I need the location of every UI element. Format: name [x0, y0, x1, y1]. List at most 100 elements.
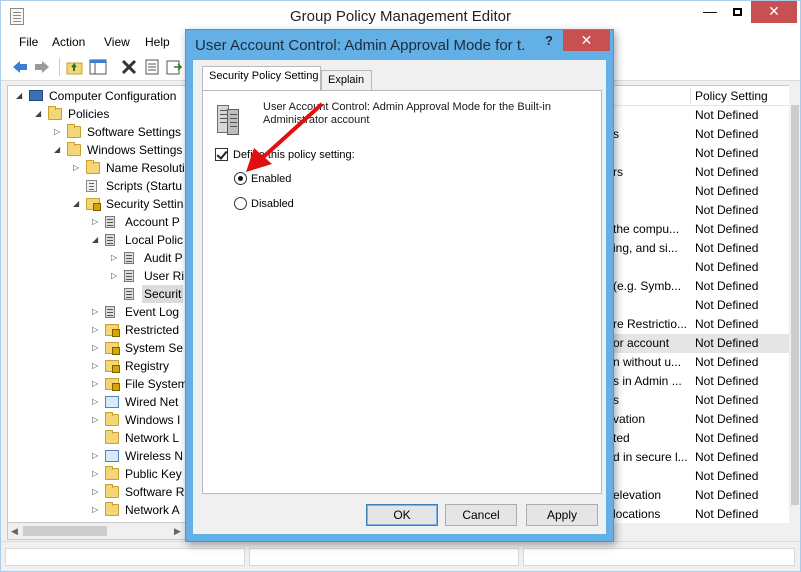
list-row[interactable]: s Not Defined [613, 391, 789, 410]
tree-node-label[interactable]: Security Settin [106, 195, 183, 213]
list-row[interactable]: ing, and si... Not Defined [613, 239, 789, 258]
scroll-thumb[interactable] [791, 105, 799, 505]
back-icon[interactable] [11, 58, 29, 76]
list-row[interactable]: the compu... Not Defined [613, 220, 789, 239]
list-row[interactable]: Not Defined [613, 201, 789, 220]
tree-node-label[interactable]: Account P [125, 213, 180, 231]
expand-icon[interactable]: ▷ [92, 483, 98, 501]
column-header-policy-setting[interactable]: Policy Setting [695, 89, 768, 103]
list-row[interactable]: s in Admin ... Not Defined [613, 372, 789, 391]
expand-icon[interactable]: ▷ [92, 411, 98, 429]
properties-icon[interactable] [143, 58, 161, 76]
list-row[interactable]: elevation Not Defined [613, 486, 789, 505]
menu-view[interactable]: View [104, 35, 130, 49]
list-row[interactable]: re Restrictio... Not Defined [613, 315, 789, 334]
collapse-icon[interactable]: ◢ [35, 105, 41, 123]
tree-node-label[interactable]: Audit P [144, 249, 183, 267]
collapse-icon[interactable]: ◢ [73, 195, 79, 213]
enabled-radio[interactable] [234, 172, 247, 185]
tree-node-label[interactable]: Wired Net [125, 393, 178, 411]
ok-button[interactable]: OK [366, 504, 438, 526]
expand-icon[interactable]: ▷ [73, 159, 79, 177]
define-policy-label[interactable]: Define this policy setting: [233, 148, 355, 162]
tab-security-policy-setting[interactable]: Security Policy Setting [202, 66, 321, 90]
disabled-label[interactable]: Disabled [251, 197, 294, 211]
list-row[interactable]: Not Defined [613, 467, 789, 486]
tree-node-label[interactable]: Securit [142, 285, 184, 303]
tree-node-label[interactable]: Local Polic [125, 231, 183, 249]
tree-node-label[interactable]: Computer Configuration [49, 87, 176, 105]
expand-icon[interactable]: ▷ [92, 465, 98, 483]
list-row[interactable]: n without u... Not Defined [613, 353, 789, 372]
tree-node-label[interactable]: File System [125, 375, 186, 393]
list-row[interactable]: or account Not Defined [613, 334, 789, 353]
up-folder-icon[interactable] [66, 58, 84, 76]
expand-icon[interactable]: ▷ [92, 393, 98, 411]
list-row[interactable]: (e.g. Symb... Not Defined [613, 277, 789, 296]
list-row[interactable]: Not Defined [613, 296, 789, 315]
delete-icon[interactable] [120, 58, 138, 76]
list-row[interactable]: locations Not Defined [613, 505, 789, 523]
show-hide-tree-icon[interactable] [89, 58, 107, 76]
list-row[interactable]: rs Not Defined [613, 163, 789, 182]
list-row[interactable]: Not Defined [613, 106, 789, 125]
console-tree[interactable]: ◢ Computer Configuration ◢ Policies ▷ Softwar… [7, 85, 187, 523]
tab-explain[interactable]: Explain [321, 70, 372, 90]
list-header[interactable]: Policy Setting [613, 86, 789, 106]
collapse-icon[interactable]: ◢ [92, 231, 98, 249]
dialog-title-bar[interactable]: User Account Control: Admin Approval Mod… [186, 30, 613, 60]
tree-node-label[interactable]: Windows I [125, 411, 180, 429]
list-row[interactable]: s Not Defined [613, 125, 789, 144]
enabled-label[interactable]: Enabled [251, 172, 291, 186]
scroll-thumb[interactable] [23, 526, 107, 536]
column-separator[interactable] [690, 88, 691, 104]
expand-icon[interactable]: ▷ [92, 375, 98, 393]
define-policy-checkbox[interactable] [215, 148, 228, 161]
tree-horizontal-scrollbar[interactable]: ◀ ▶ [7, 523, 187, 540]
scroll-left-icon[interactable]: ◀ [11, 526, 18, 537]
list-vertical-scrollbar[interactable] [789, 85, 800, 523]
menu-action[interactable]: Action [52, 35, 85, 49]
list-row[interactable]: Not Defined [613, 182, 789, 201]
menu-help[interactable]: Help [145, 35, 170, 49]
forward-icon[interactable] [33, 58, 51, 76]
expand-icon[interactable]: ▷ [111, 249, 117, 267]
tree-node-label[interactable]: Public Key [125, 465, 182, 483]
collapse-icon[interactable]: ◢ [54, 141, 60, 159]
tree-node-label[interactable]: Software Settings [87, 123, 181, 141]
dialog-close-button[interactable]: ✕ [563, 30, 610, 51]
apply-button[interactable]: Apply [526, 504, 598, 526]
expand-icon[interactable]: ▷ [92, 321, 98, 339]
tree-node-label[interactable]: Event Log [125, 303, 179, 321]
tree-node-label[interactable]: Name Resoluti [106, 159, 185, 177]
list-row[interactable]: Not Defined [613, 144, 789, 163]
expand-icon[interactable]: ▷ [92, 303, 98, 321]
expand-icon[interactable]: ▷ [92, 213, 98, 231]
export-icon[interactable] [165, 58, 183, 76]
cancel-button[interactable]: Cancel [445, 504, 517, 526]
menu-file[interactable]: File [19, 35, 38, 49]
tree-node-label[interactable]: Windows Settings [87, 141, 182, 159]
expand-icon[interactable]: ▷ [92, 447, 98, 465]
tree-node-label[interactable]: Wireless N [125, 447, 183, 465]
collapse-icon[interactable]: ◢ [16, 87, 22, 105]
list-row[interactable]: d in secure l... Not Defined [613, 448, 789, 467]
tree-node-label[interactable]: User Ri [144, 267, 184, 285]
expand-icon[interactable]: ▷ [92, 501, 98, 519]
tree-node-label[interactable]: Network A [125, 501, 180, 519]
tree-node-label[interactable]: Scripts (Startu [106, 177, 182, 195]
expand-icon[interactable]: ▷ [92, 339, 98, 357]
tree-node-label[interactable]: Software R [125, 483, 184, 501]
expand-icon[interactable]: ▷ [54, 123, 60, 141]
close-button[interactable]: ✕ [751, 1, 797, 23]
expand-icon[interactable]: ▷ [111, 267, 117, 285]
tree-node-label[interactable]: Network L [125, 429, 179, 447]
expand-icon[interactable]: ▷ [92, 357, 98, 375]
tree-node-label[interactable]: System Se [125, 339, 183, 357]
minimize-button[interactable]: — [697, 1, 723, 23]
dialog-help-button[interactable]: ? [535, 30, 563, 51]
title-bar[interactable]: Group Policy Management Editor — ✕ [1, 1, 800, 31]
list-row[interactable]: Not Defined [613, 258, 789, 277]
tree-node-label[interactable]: Policies [68, 105, 109, 123]
list-row[interactable]: vation Not Defined [613, 410, 789, 429]
